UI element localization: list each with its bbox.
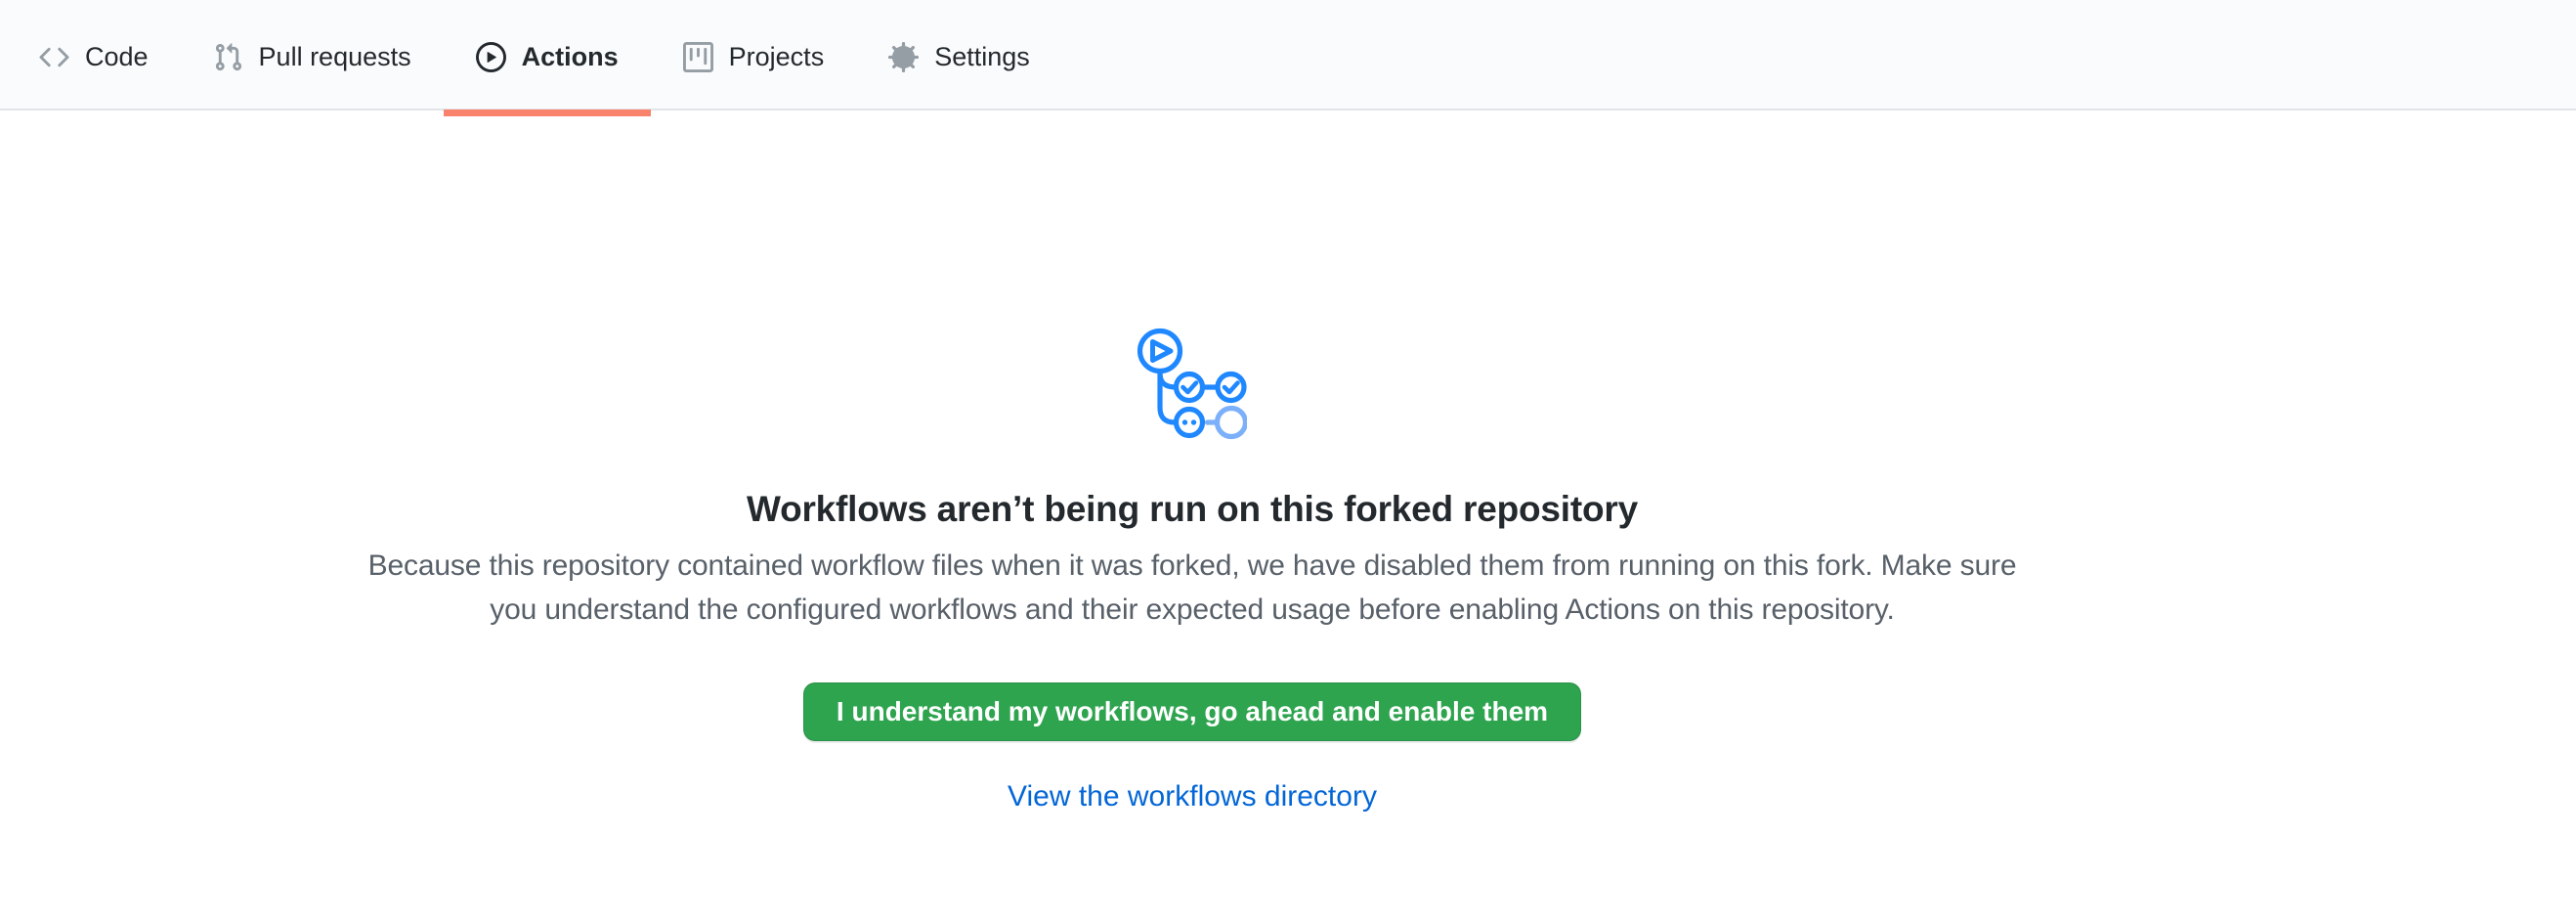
tab-pull-requests-label: Pull requests xyxy=(259,42,411,72)
page-title: Workflows aren’t being run on this forke… xyxy=(0,489,2384,530)
actions-disabled-page: Workflows aren’t being run on this forke… xyxy=(0,110,2384,813)
repo-tab-nav: Code Pull requests Actions Projects Sett… xyxy=(0,0,2576,110)
play-circle-icon xyxy=(476,42,506,72)
view-workflows-link[interactable]: View the workflows directory xyxy=(1008,780,1377,813)
tab-settings-label: Settings xyxy=(934,42,1030,72)
tab-code[interactable]: Code xyxy=(7,6,181,109)
tab-actions[interactable]: Actions xyxy=(444,6,651,109)
workflow-graph-icon xyxy=(1138,326,1247,446)
gear-icon xyxy=(888,42,919,72)
blankslate: Workflows aren’t being run on this forke… xyxy=(0,326,2384,813)
code-icon xyxy=(39,42,69,72)
enable-workflows-button[interactable]: I understand my workflows, go ahead and … xyxy=(803,682,1581,741)
tab-projects[interactable]: Projects xyxy=(651,6,857,109)
tab-code-label: Code xyxy=(85,42,149,72)
tab-projects-label: Projects xyxy=(729,42,825,72)
git-pull-request-icon xyxy=(213,42,243,72)
project-board-icon xyxy=(683,42,713,72)
tab-pull-requests[interactable]: Pull requests xyxy=(181,6,444,109)
page-description: Because this repository contained workfl… xyxy=(362,544,2023,632)
tab-settings[interactable]: Settings xyxy=(856,6,1062,109)
tab-actions-label: Actions xyxy=(522,42,619,72)
